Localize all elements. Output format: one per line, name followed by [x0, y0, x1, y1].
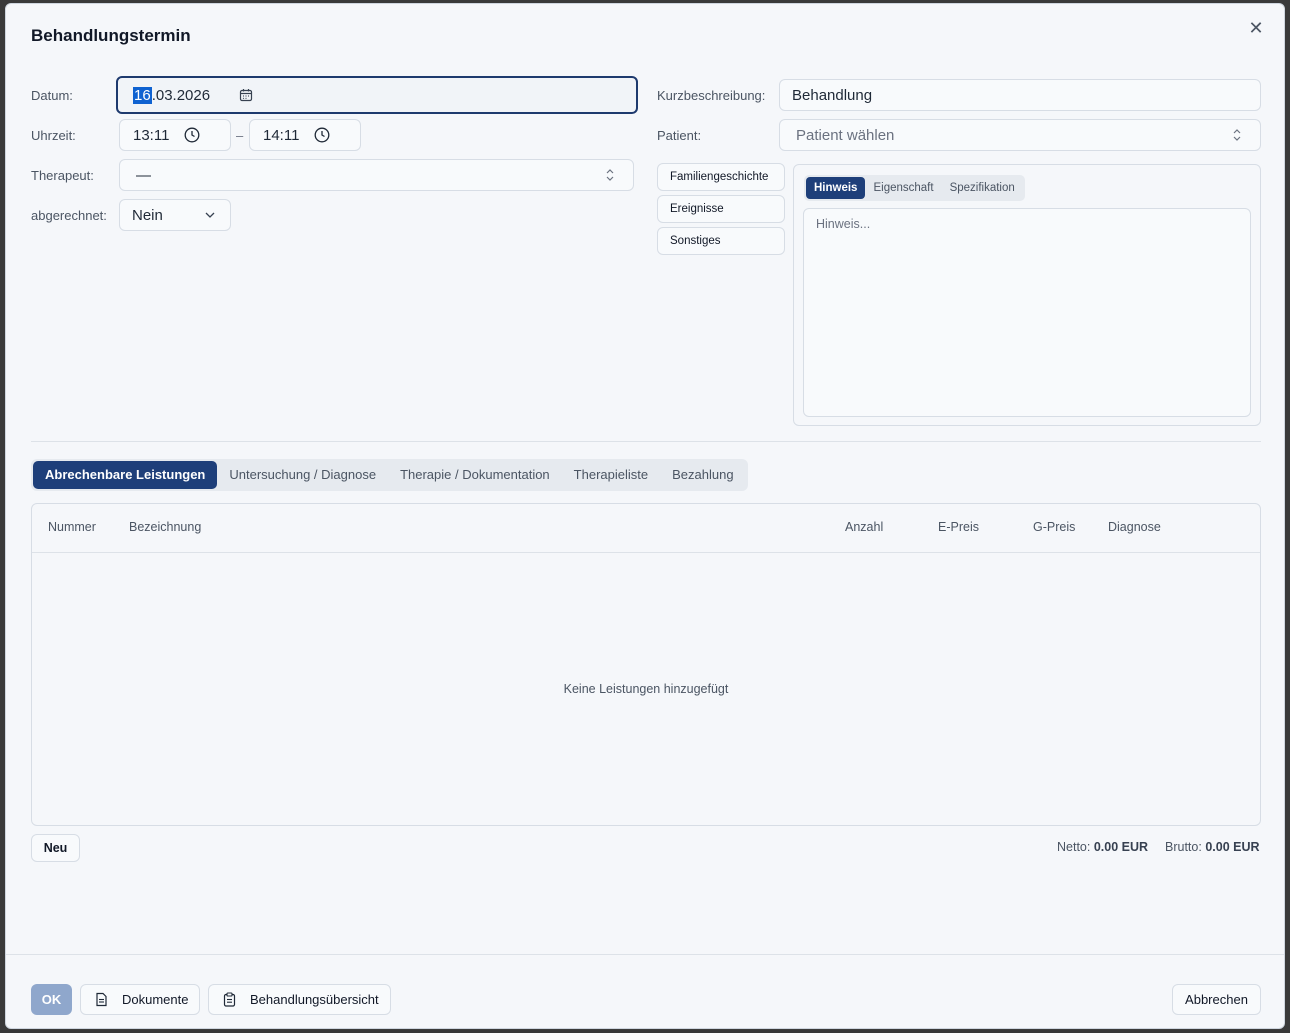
brutto-total: Brutto: 0.00 EUR: [1165, 840, 1260, 854]
datum-label: Datum:: [31, 88, 73, 103]
calendar-icon[interactable]: [239, 88, 253, 102]
clipboard-icon: [223, 992, 236, 1007]
kurzbeschreibung-label: Kurzbeschreibung:: [657, 88, 766, 103]
time-from-input[interactable]: 13:11: [119, 119, 231, 151]
column-header-anzahl[interactable]: Anzahl: [845, 520, 883, 534]
netto-value: 0.00 EUR: [1093, 840, 1149, 854]
note-tabs: Hinweis Eigenschaft Spezifikation: [804, 175, 1025, 201]
sonstiges-button[interactable]: Sonstiges: [657, 227, 785, 255]
column-header-bezeichnung[interactable]: Bezeichnung: [129, 520, 201, 534]
clock-icon[interactable]: [314, 127, 330, 143]
netto-label: Netto:: [1057, 840, 1091, 854]
column-header-nummer[interactable]: Nummer: [48, 520, 96, 534]
ereignisse-button[interactable]: Ereignisse: [657, 195, 785, 223]
abgerechnet-label: abgerechnet:: [31, 208, 107, 223]
leistungen-table: Nummer Bezeichnung Anzahl E-Preis G-Prei…: [31, 503, 1261, 826]
chevron-updown-icon: [606, 169, 614, 181]
kurzbeschreibung-input[interactable]: Behandlung: [779, 79, 1261, 111]
appointment-dialog: Behandlungstermin ✕ Datum: 16.03.2026 Uh…: [5, 3, 1285, 1029]
abgerechnet-value: Nein: [132, 206, 163, 224]
therapeut-value: —: [136, 166, 151, 184]
column-header-e-preis[interactable]: E-Preis: [938, 520, 979, 534]
hinweis-textarea[interactable]: Hinweis...: [803, 208, 1251, 417]
tab-abrechenbare-leistungen[interactable]: Abrechenbare Leistungen: [33, 461, 218, 489]
netto-total: Netto: 0.00 EUR: [1057, 840, 1148, 854]
tab-bezahlung[interactable]: Bezahlung: [660, 461, 745, 489]
footer-divider: [6, 954, 1284, 955]
abgerechnet-select[interactable]: Nein: [119, 199, 231, 231]
chevron-down-icon: [205, 212, 215, 218]
therapeut-select[interactable]: —: [119, 159, 634, 191]
close-icon[interactable]: ✕: [1246, 18, 1266, 38]
brutto-value: 0.00 EUR: [1205, 840, 1260, 854]
behandlungsuebersicht-label: Behandlungsübersicht: [250, 992, 379, 1007]
column-header-g-preis[interactable]: G-Preis: [1033, 520, 1075, 534]
dokumente-button[interactable]: Dokumente: [80, 984, 200, 1015]
tab-spezifikation[interactable]: Spezifikation: [942, 177, 1023, 199]
date-input[interactable]: 16.03.2026: [116, 76, 638, 114]
kurzbeschreibung-value: Behandlung: [792, 86, 873, 104]
familiengeschichte-button[interactable]: Familiengeschichte: [657, 163, 785, 191]
brutto-label: Brutto:: [1165, 840, 1202, 854]
note-panel: Hinweis Eigenschaft Spezifikation Hinwei…: [793, 164, 1261, 426]
neu-button[interactable]: Neu: [31, 834, 80, 862]
time-from-value: 13:11: [133, 126, 170, 144]
date-rest: .03.2026: [151, 86, 211, 104]
time-separator: –: [236, 128, 244, 143]
tab-therapieliste[interactable]: Therapieliste: [562, 461, 660, 489]
tab-hinweis[interactable]: Hinweis: [806, 177, 866, 199]
tab-eigenschaft[interactable]: Eigenschaft: [865, 177, 941, 199]
section-divider: [31, 441, 1261, 442]
tab-therapie-dokumentation[interactable]: Therapie / Dokumentation: [388, 461, 562, 489]
column-header-diagnose[interactable]: Diagnose: [1108, 520, 1161, 534]
dialog-title: Behandlungstermin: [31, 26, 191, 45]
empty-state-text: Keine Leistungen hinzugefügt: [563, 682, 729, 696]
ok-button[interactable]: OK: [31, 984, 72, 1015]
tab-untersuchung-diagnose[interactable]: Untersuchung / Diagnose: [217, 461, 388, 489]
time-to-value: 14:11: [263, 126, 300, 144]
clock-icon[interactable]: [184, 127, 200, 143]
dokumente-label: Dokumente: [122, 992, 189, 1007]
patient-placeholder: Patient wählen: [796, 126, 895, 144]
table-header: Nummer Bezeichnung Anzahl E-Preis G-Prei…: [32, 504, 1260, 553]
chevron-updown-icon: [1233, 129, 1241, 141]
therapeut-label: Therapeut:: [31, 168, 94, 183]
time-to-input[interactable]: 14:11: [249, 119, 361, 151]
main-tabs: Abrechenbare Leistungen Untersuchung / D…: [31, 459, 748, 491]
patient-label: Patient:: [657, 128, 702, 143]
abbrechen-button[interactable]: Abbrechen: [1172, 984, 1261, 1015]
uhrzeit-label: Uhrzeit:: [31, 128, 76, 143]
date-day-selection: 16: [133, 86, 152, 104]
document-icon: [96, 992, 107, 1007]
patient-select[interactable]: Patient wählen: [779, 119, 1261, 151]
behandlungsuebersicht-button[interactable]: Behandlungsübersicht: [208, 984, 391, 1015]
